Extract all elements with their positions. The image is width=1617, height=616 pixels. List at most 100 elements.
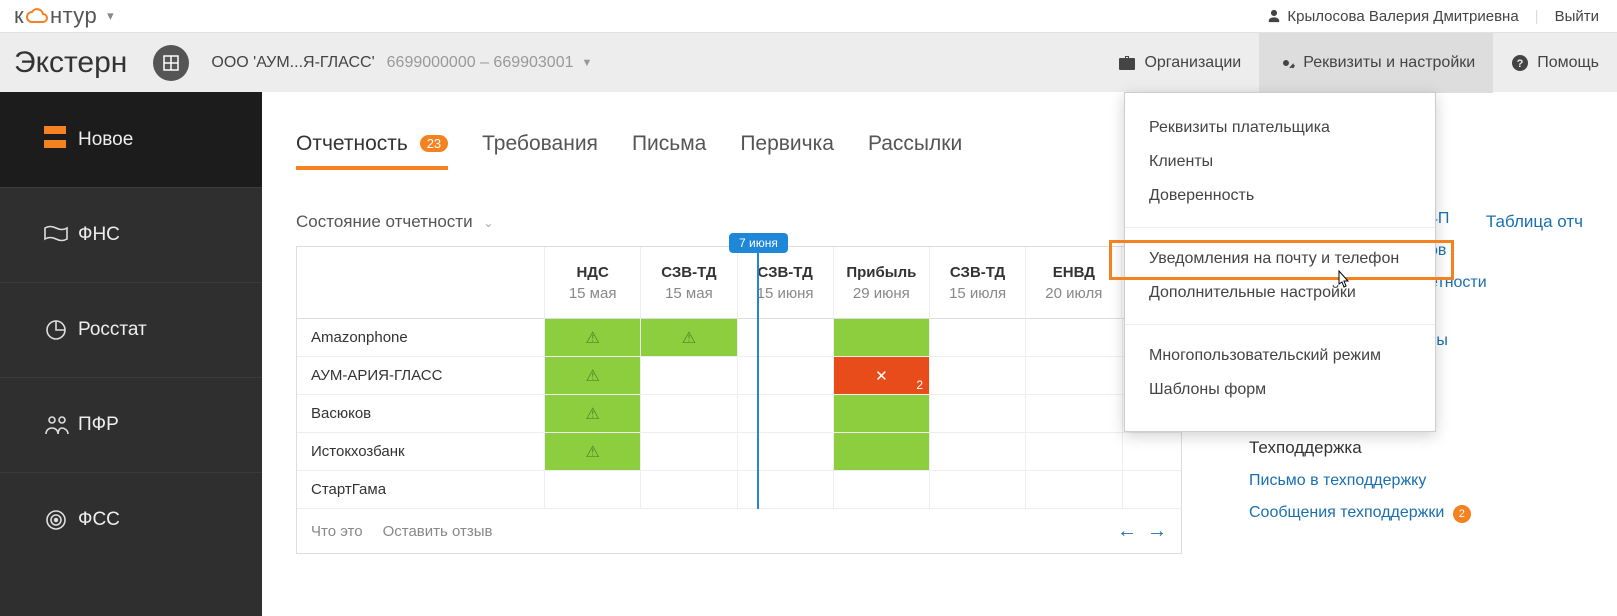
support-header: Техподдержка bbox=[1249, 438, 1509, 458]
row-name: Amazonphone bbox=[297, 319, 544, 357]
cell[interactable]: ⚠ bbox=[544, 357, 640, 395]
cell[interactable]: ⚠ bbox=[544, 433, 640, 471]
tab-letters[interactable]: Письма bbox=[632, 132, 706, 170]
cell[interactable] bbox=[640, 471, 736, 509]
target-icon bbox=[44, 508, 78, 532]
dd-item-multiuser[interactable]: Многопользовательский режим bbox=[1125, 339, 1435, 373]
org-name[interactable]: ООО 'АУМ...Я-ГЛАСС' bbox=[211, 54, 374, 72]
tab-mailings[interactable]: Рассылки bbox=[868, 132, 962, 170]
table-row[interactable]: Васюков ⚠ bbox=[297, 395, 1181, 433]
cell[interactable] bbox=[1025, 471, 1121, 509]
cell[interactable] bbox=[929, 319, 1025, 357]
brand-logo[interactable]: к нтур ▾ bbox=[14, 3, 114, 29]
footer-what-link[interactable]: Что это bbox=[311, 523, 363, 540]
cursor-icon bbox=[1333, 270, 1351, 292]
cell[interactable] bbox=[544, 471, 640, 509]
footer-feedback-link[interactable]: Оставить отзыв bbox=[383, 523, 493, 540]
right-link[interactable]: 4П bbox=[1429, 210, 1509, 228]
cell[interactable] bbox=[1025, 395, 1121, 433]
grid-button[interactable] bbox=[153, 45, 189, 81]
cell[interactable] bbox=[737, 395, 833, 433]
cell[interactable] bbox=[833, 395, 929, 433]
dd-item-clients[interactable]: Клиенты bbox=[1125, 145, 1435, 179]
right-link[interactable]: ов bbox=[1429, 242, 1509, 260]
people-icon bbox=[44, 414, 78, 436]
logout-link[interactable]: Выйти bbox=[1555, 8, 1599, 25]
chevron-down-icon[interactable]: ▼ bbox=[582, 57, 593, 69]
badge: 23 bbox=[420, 135, 448, 152]
dd-item-templates[interactable]: Шаблоны форм bbox=[1125, 373, 1435, 407]
settings-button[interactable]: Реквизиты и настройки bbox=[1259, 33, 1493, 93]
table-row[interactable]: АУМ-АРИЯ-ГЛАСС ⚠ ✕2 bbox=[297, 357, 1181, 395]
sidebar-item-rosstat[interactable]: Росстат bbox=[0, 282, 262, 377]
dd-item-poa[interactable]: Доверенность bbox=[1125, 179, 1435, 213]
table-row[interactable]: Amazonphone ⚠ ⚠ bbox=[297, 319, 1181, 357]
tab-demands[interactable]: Требования bbox=[482, 132, 598, 170]
cell[interactable] bbox=[929, 395, 1025, 433]
flag-icon bbox=[44, 225, 78, 245]
sidebar-item-label: ФСС bbox=[78, 509, 120, 531]
next-arrow[interactable]: → bbox=[1147, 520, 1167, 543]
state-label: Состояние отчетности bbox=[296, 212, 473, 231]
cell[interactable]: ✕2 bbox=[833, 357, 929, 395]
cell[interactable] bbox=[737, 433, 833, 471]
today-line bbox=[757, 247, 759, 509]
cell[interactable] bbox=[929, 433, 1025, 471]
dd-item-notifications[interactable]: Уведомления на почту и телефон bbox=[1125, 242, 1435, 276]
cell bbox=[1122, 471, 1182, 509]
support-msgs-label: Сообщения техподдержки bbox=[1249, 504, 1444, 521]
warning-icon: ⚠ bbox=[586, 328, 600, 348]
prev-arrow[interactable]: ← bbox=[1117, 520, 1137, 543]
dd-item-additional[interactable]: Дополнительные настройки bbox=[1125, 276, 1435, 310]
sidebar-item-pfr[interactable]: ПФР bbox=[0, 377, 262, 472]
cell[interactable] bbox=[640, 395, 736, 433]
cell bbox=[1122, 433, 1182, 471]
support-letter-link[interactable]: Письмо в техподдержку bbox=[1249, 472, 1509, 490]
cell[interactable] bbox=[929, 357, 1025, 395]
orgs-button[interactable]: Организации bbox=[1100, 33, 1259, 93]
cell[interactable] bbox=[640, 433, 736, 471]
right-link[interactable]: ты bbox=[1429, 332, 1509, 350]
sidebar: Новое ФНС Росстат ПФР ФСС bbox=[0, 92, 262, 616]
state-dropdown[interactable]: Состояние отчетности ⌄ bbox=[296, 212, 493, 232]
badge: 2 bbox=[1453, 505, 1471, 523]
chevron-down-icon: ▾ bbox=[107, 8, 114, 24]
app-title: Экстерн bbox=[14, 46, 127, 80]
cell[interactable] bbox=[833, 471, 929, 509]
cell[interactable]: ⚠ bbox=[640, 319, 736, 357]
cell[interactable] bbox=[1025, 357, 1121, 395]
svg-text:?: ? bbox=[1517, 58, 1524, 70]
cell[interactable] bbox=[737, 471, 833, 509]
sidebar-item-fss[interactable]: ФСС bbox=[0, 472, 262, 567]
th-name bbox=[297, 247, 544, 319]
cell[interactable] bbox=[833, 433, 929, 471]
support-msgs-link[interactable]: Сообщения техподдержки 2 bbox=[1249, 504, 1509, 523]
brand-pre: к bbox=[14, 3, 24, 29]
org-id: 6699000000 – 669903001 bbox=[387, 54, 574, 72]
user-name[interactable]: Крылосова Валерия Дмитриевна bbox=[1287, 8, 1518, 25]
cell[interactable] bbox=[833, 319, 929, 357]
brand-post: нтур bbox=[50, 3, 97, 29]
tab-primary[interactable]: Первичка bbox=[740, 132, 834, 170]
row-name: Васюков bbox=[297, 395, 544, 433]
row-name: Истокхозбанк bbox=[297, 433, 544, 471]
cell[interactable] bbox=[737, 319, 833, 357]
right-link[interactable]: етности bbox=[1429, 274, 1509, 292]
cell[interactable] bbox=[640, 357, 736, 395]
help-button[interactable]: ? Помощь bbox=[1493, 33, 1617, 93]
table-row[interactable]: Истокхозбанк ⚠ bbox=[297, 433, 1181, 471]
cell[interactable]: ⚠ bbox=[544, 395, 640, 433]
dd-item-payer[interactable]: Реквизиты плательщика bbox=[1125, 111, 1435, 145]
cell[interactable] bbox=[929, 471, 1025, 509]
cell[interactable] bbox=[1025, 319, 1121, 357]
cloud-icon bbox=[26, 8, 48, 24]
count-badge: 2 bbox=[916, 378, 923, 392]
cell[interactable] bbox=[737, 357, 833, 395]
table-row[interactable]: СтартГама bbox=[297, 471, 1181, 509]
sidebar-item-new[interactable]: Новое bbox=[0, 92, 262, 187]
cell[interactable] bbox=[1025, 433, 1121, 471]
sidebar-item-fns[interactable]: ФНС bbox=[0, 187, 262, 282]
th-col: Прибыль29 июня bbox=[833, 247, 929, 319]
cell[interactable]: ⚠ bbox=[544, 319, 640, 357]
tab-reporting[interactable]: Отчетность 23 bbox=[296, 132, 448, 170]
